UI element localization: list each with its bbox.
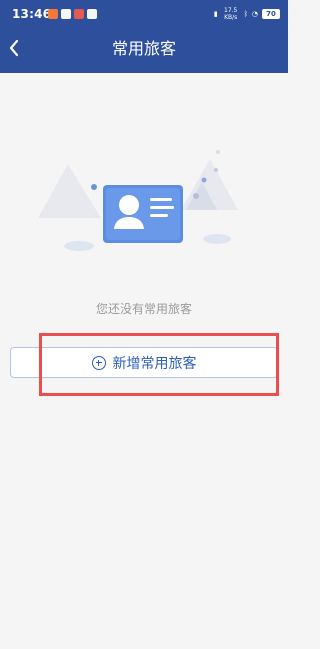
sync-notification-icon	[61, 9, 71, 19]
status-time: 13:46	[12, 7, 52, 21]
add-traveler-label: 新增常用旅客	[112, 355, 197, 372]
shopping-notification-icon	[74, 9, 84, 19]
app-notification-icon	[48, 9, 58, 19]
page-title: 常用旅客	[111, 39, 176, 58]
network-speed: 17.5 KB/s	[222, 7, 240, 21]
battery-icon: 70	[262, 9, 280, 19]
plus-circle-icon	[91, 355, 106, 370]
empty-state-message: 您还没有常用旅客	[95, 302, 192, 316]
app-header: 13:46 ▮ 17.5 KB/s ᛒ ◔ 70 常用旅客	[0, 0, 288, 73]
add-traveler-button[interactable]: 新增常用旅客	[10, 347, 278, 378]
status-app-icons	[48, 9, 97, 19]
empty-card-illustration-svg	[38, 150, 238, 251]
network-speed-unit: KB/s	[224, 14, 238, 21]
network-speed-value: 17.5	[224, 7, 238, 14]
message-notification-icon	[87, 9, 97, 19]
status-right-group: ▮ 17.5 KB/s ᛒ ◔ 70	[214, 7, 280, 21]
bluetooth-icon: ᛒ	[243, 9, 248, 18]
vibrate-icon: ▮	[213, 9, 218, 18]
empty-state-illustration	[36, 150, 252, 260]
status-bar: 13:46 ▮ 17.5 KB/s ᛒ ◔ 70	[0, 0, 288, 28]
wifi-icon: ◔	[251, 9, 258, 18]
